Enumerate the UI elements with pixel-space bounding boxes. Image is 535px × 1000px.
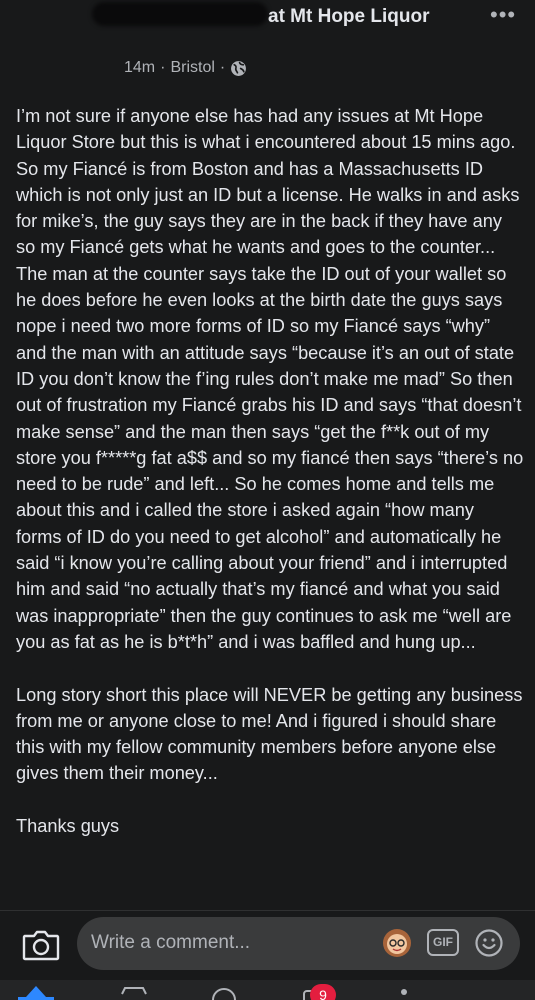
- divider: [0, 910, 535, 911]
- comment-placeholder: Write a comment...: [91, 932, 251, 953]
- meta-separator: ·: [160, 59, 166, 76]
- meta-separator-2: ·: [219, 59, 226, 76]
- comment-input[interactable]: Write a comment... GIF: [77, 917, 520, 970]
- post-paragraph: Long story short this place will NEVER b…: [16, 684, 523, 784]
- post-paragraph: I’m not sure if anyone else has had any …: [16, 106, 524, 652]
- marketplace-icon[interactable]: [118, 980, 150, 1000]
- post-location[interactable]: Bristol: [170, 59, 214, 77]
- post-paragraph: Thanks guys: [16, 816, 120, 837]
- emoji-icon[interactable]: [474, 928, 504, 958]
- groups-icon[interactable]: [208, 980, 240, 1000]
- post-body: I’m not sure if anyone else has had any …: [16, 103, 524, 866]
- globe-icon[interactable]: [230, 60, 247, 77]
- more-options-button[interactable]: •••: [490, 4, 516, 26]
- redacted-author-name: [92, 2, 268, 26]
- post-header: at Mt Hope Liquor ••• 14m · Bristol ·: [0, 0, 535, 92]
- post-title[interactable]: at Mt Hope Liquor: [268, 6, 429, 28]
- post-time[interactable]: 14m: [124, 59, 155, 77]
- notification-badge: 9: [310, 984, 336, 1000]
- bottom-nav: [0, 980, 535, 1000]
- avatar-sticker-icon[interactable]: [382, 928, 412, 958]
- home-icon: [26, 986, 46, 997]
- gif-button[interactable]: GIF: [427, 929, 459, 956]
- nav-home-tab[interactable]: [18, 980, 54, 1000]
- camera-icon[interactable]: [22, 926, 60, 962]
- bell-icon[interactable]: [388, 980, 420, 1000]
- post-meta: 14m · Bristol ·: [124, 59, 247, 77]
